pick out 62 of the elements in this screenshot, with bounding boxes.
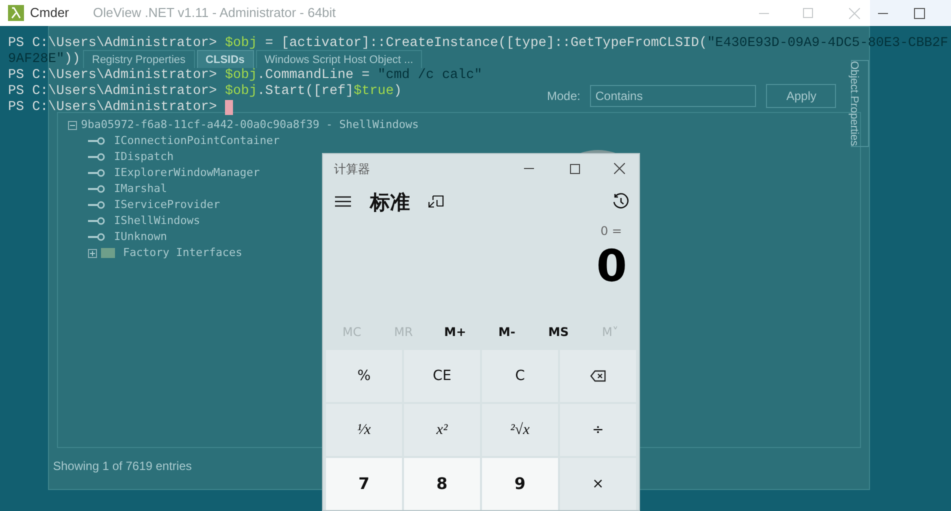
tree-node[interactable]: IConnectionPointContainer (114, 132, 280, 150)
terminal-line: PS C:\Users\Administrator> (8, 100, 218, 116)
terminal-line: 9AF28E")) (8, 52, 80, 68)
interface-icon (88, 169, 106, 177)
terminal-line: PS C:\Users\Administrator> $obj = [activator]::CreateInstance([type]::GetTypeFromCLSID("E430E93D-09A9-4DC5-80E3-CBB2F (8, 36, 948, 52)
interface-icon (88, 201, 106, 209)
mode-title: 标准 (370, 188, 410, 216)
history-icon[interactable] (612, 193, 629, 210)
close-icon[interactable] (614, 163, 625, 174)
keep-on-top-icon[interactable] (428, 194, 444, 209)
window-title: Cmder (30, 4, 70, 22)
interface-icon (88, 217, 106, 225)
interface-icon (88, 153, 106, 161)
apply-button[interactable]: Apply (766, 84, 836, 108)
calculator-key[interactable]: ²√x (482, 404, 558, 456)
minimize-icon[interactable] (524, 168, 534, 170)
tree-node[interactable]: IDispatch (114, 148, 174, 166)
expression-text: 0 = (600, 223, 622, 240)
tree-node[interactable]: IUnknown (114, 228, 167, 246)
minimize-icon[interactable] (878, 12, 888, 14)
maximize-icon[interactable] (570, 164, 580, 174)
tab[interactable]: Windows Script Host Object ... (256, 50, 422, 68)
mode-dropdown[interactable]: Contains (590, 85, 756, 107)
side-panel-tab[interactable]: Object Properties (851, 60, 869, 147)
status-text: Showing 1 of 7619 entries (53, 459, 192, 473)
memory-button[interactable]: M- (481, 320, 533, 344)
memory-button[interactable]: MS (532, 320, 584, 344)
calculator-key[interactable]: 8 (404, 458, 480, 510)
backspace-icon (590, 370, 606, 382)
calculator-key[interactable]: % (326, 350, 402, 402)
calculator-key[interactable]: C (482, 350, 558, 402)
mode-label: Mode: (547, 88, 580, 105)
tree-node[interactable]: IShellWindows (114, 212, 200, 230)
calculator-key[interactable]: 9 (482, 458, 558, 510)
terminal-line: PS C:\Users\Administrator> $obj.Start([ref]$true) (8, 84, 402, 100)
calculator-key[interactable]: x² (404, 404, 480, 456)
tab[interactable]: Registry Properties (83, 50, 195, 68)
interface-icon (88, 233, 106, 241)
tree-node[interactable]: IServiceProvider (114, 196, 220, 214)
interface-icon (88, 185, 106, 193)
window-title: 计算器 (334, 160, 370, 178)
menu-icon[interactable] (335, 196, 351, 208)
calculator-key[interactable]: × (560, 458, 636, 510)
maximize-icon[interactable] (914, 8, 925, 18)
lambda-logo-icon (8, 5, 24, 21)
calculator-key[interactable]: ÷ (560, 404, 636, 456)
tree-node[interactable]: IMarshal (114, 180, 167, 198)
result-display: 0 (596, 242, 627, 292)
tree-node[interactable]: Factory Interfaces (123, 244, 242, 262)
interface-icon (88, 137, 106, 145)
tree-node[interactable]: 9ba05972-f6a8-11cf-a442-00a0c90a8f39 - ShellWindows (81, 116, 419, 134)
calculator-key[interactable]: 7 (326, 458, 402, 510)
calculator-key[interactable]: CE (404, 350, 480, 402)
terminal-line: PS C:\Users\Administrator> $obj.CommandLine = "cmd /c calc" (8, 68, 482, 84)
tree-node[interactable]: IExplorerWindowManager (114, 164, 260, 182)
folder-icon (101, 248, 115, 258)
calculator-key[interactable]: ¹⁄x (326, 404, 402, 456)
expand-icon[interactable] (88, 248, 97, 258)
memory-button[interactable]: M+ (429, 320, 482, 344)
collapse-icon[interactable] (68, 120, 77, 130)
tab[interactable]: CLSIDs (196, 50, 254, 68)
window-title: OleView .NET v1.11 - Administrator - 64bit (93, 4, 336, 22)
